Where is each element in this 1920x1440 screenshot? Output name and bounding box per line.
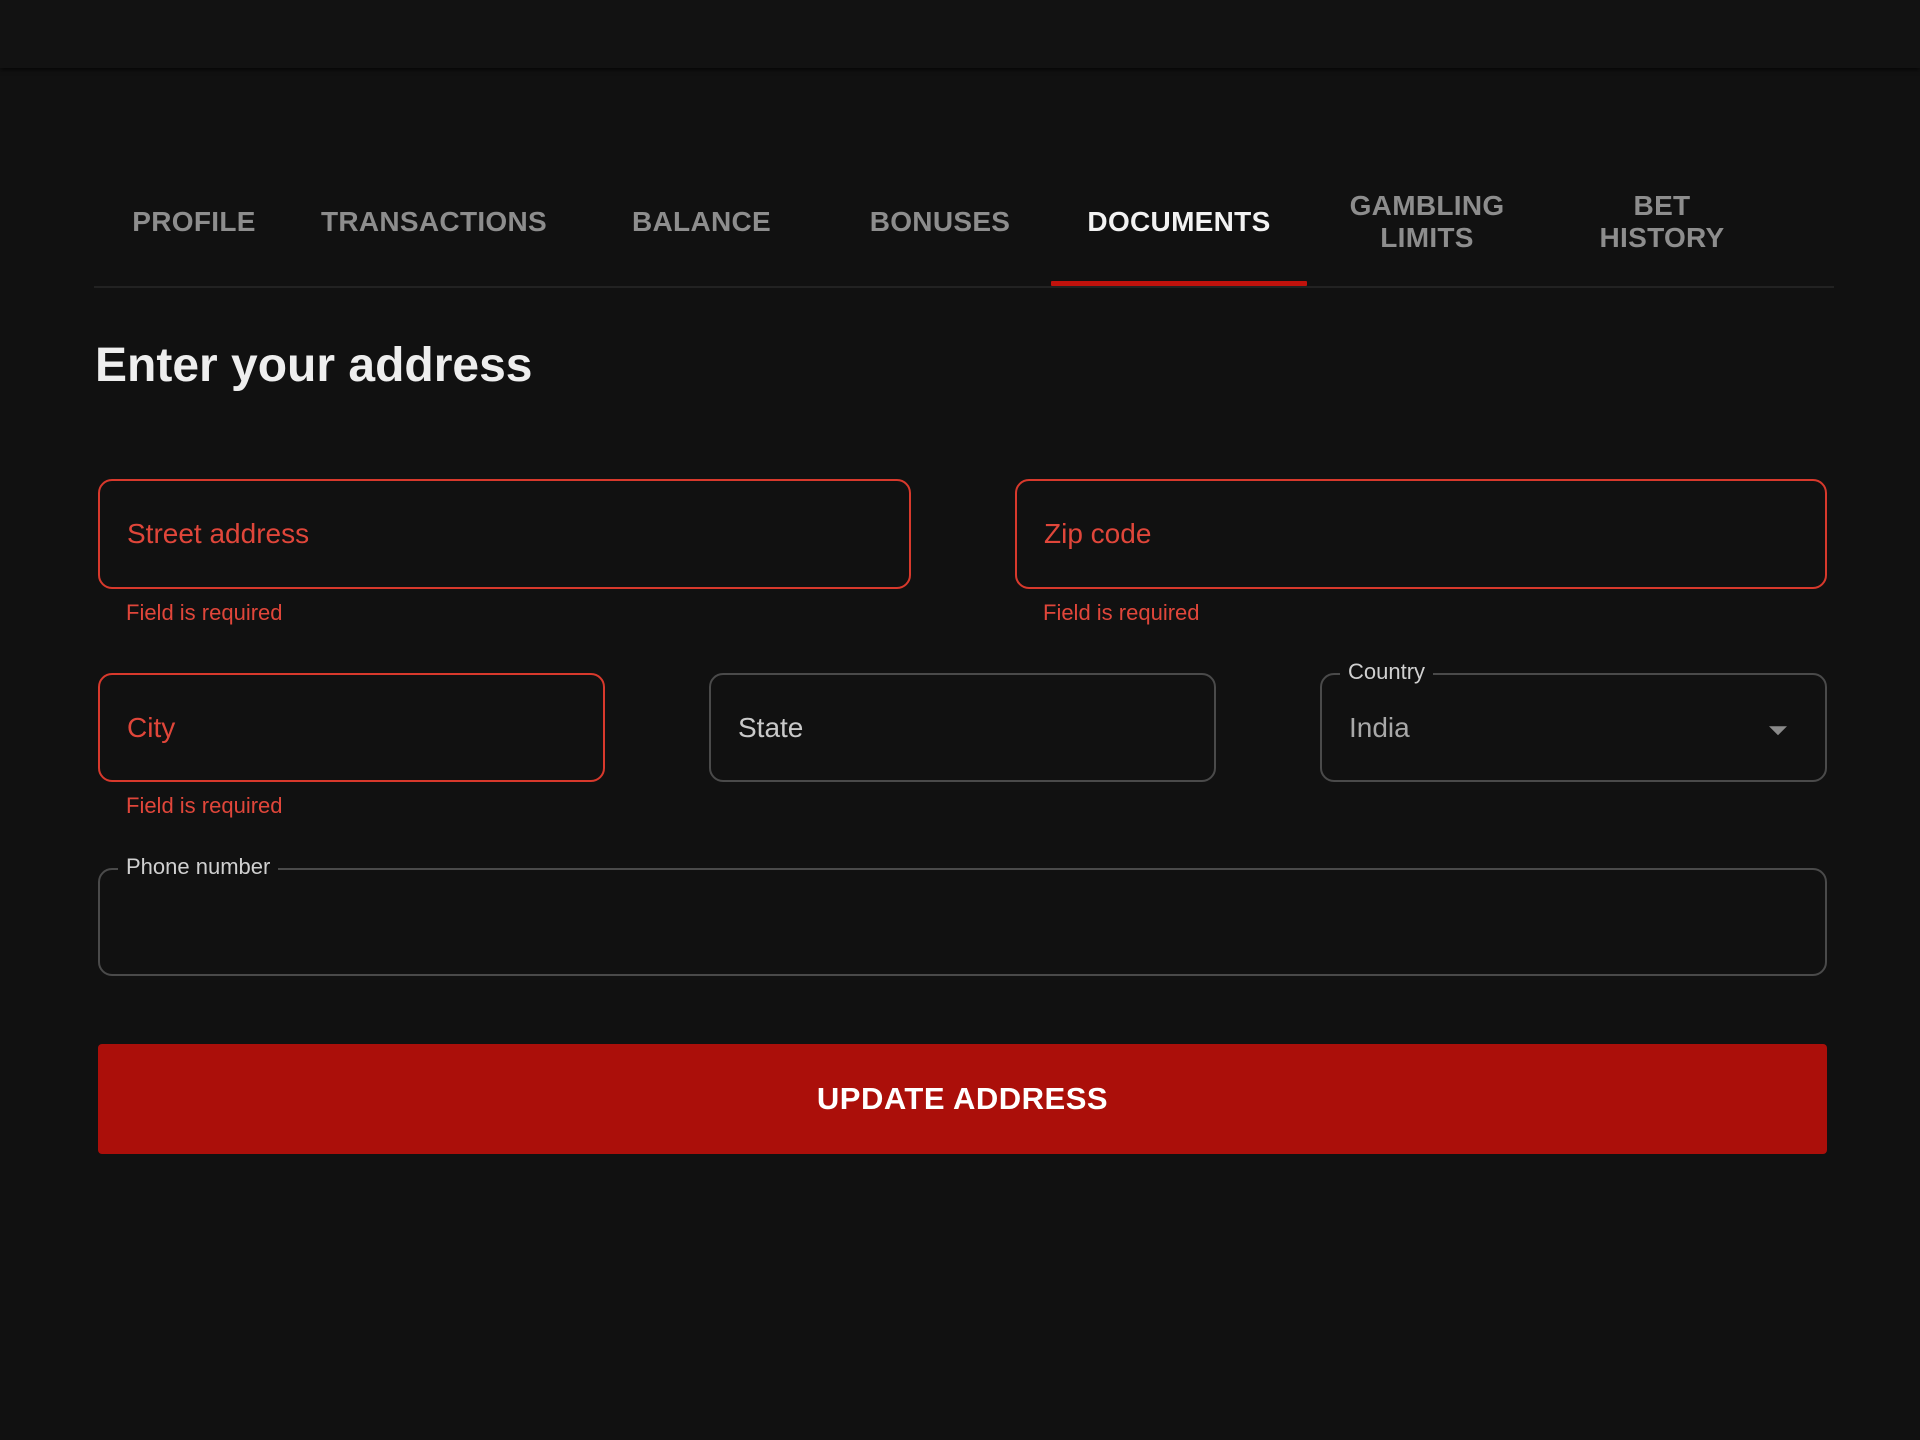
street-address-placeholder: Street address [127, 518, 310, 549]
tab-balance[interactable]: BALANCE [574, 180, 829, 264]
tab-label: DOCUMENTS [1087, 206, 1271, 237]
chevron-down-icon[interactable] [1769, 725, 1787, 735]
tab-label: GAMBLING LIMITS [1349, 190, 1505, 253]
phone-number-label: Phone number [118, 854, 279, 880]
zip-code-error: Field is required [1043, 600, 1200, 625]
account-tabs: PROFILE TRANSACTIONS BALANCE BONUSES DOC… [94, 180, 1834, 288]
tab-bonuses[interactable]: BONUSES [829, 180, 1051, 264]
country-select[interactable]: Country India [1320, 659, 1827, 782]
zip-code-input[interactable]: Zip code [1015, 479, 1827, 589]
phone-number-input[interactable]: Phone number [98, 854, 1827, 976]
state-placeholder: State [738, 711, 804, 743]
tab-label: BALANCE [632, 206, 771, 237]
country-label: Country [1340, 659, 1434, 685]
city-error: Field is required [126, 793, 283, 818]
state-input[interactable]: State [709, 673, 1216, 782]
tab-label: BET HISTORY [1599, 190, 1725, 253]
tab-documents[interactable]: DOCUMENTS [1051, 180, 1307, 286]
top-header-bar [0, 0, 1920, 68]
zip-code-placeholder: Zip code [1044, 518, 1152, 549]
tab-gambling-limits[interactable]: GAMBLING LIMITS [1307, 180, 1547, 264]
tab-label: PROFILE [132, 206, 256, 237]
tab-label: BONUSES [869, 206, 1011, 237]
city-placeholder: City [127, 711, 176, 743]
tab-label: TRANSACTIONS [320, 206, 548, 237]
country-value: India [1349, 711, 1410, 743]
page-title: Enter your address [95, 339, 533, 392]
update-address-button[interactable]: UPDATE ADDRESS [98, 1044, 1827, 1154]
street-address-input[interactable]: Street address [98, 479, 911, 589]
tab-profile[interactable]: PROFILE [94, 180, 294, 264]
tab-bet-history[interactable]: BET HISTORY [1547, 180, 1777, 264]
street-address-error: Field is required [126, 600, 283, 625]
city-input[interactable]: City [98, 673, 605, 782]
tab-transactions[interactable]: TRANSACTIONS [294, 180, 574, 264]
active-tab-indicator [1051, 281, 1307, 286]
